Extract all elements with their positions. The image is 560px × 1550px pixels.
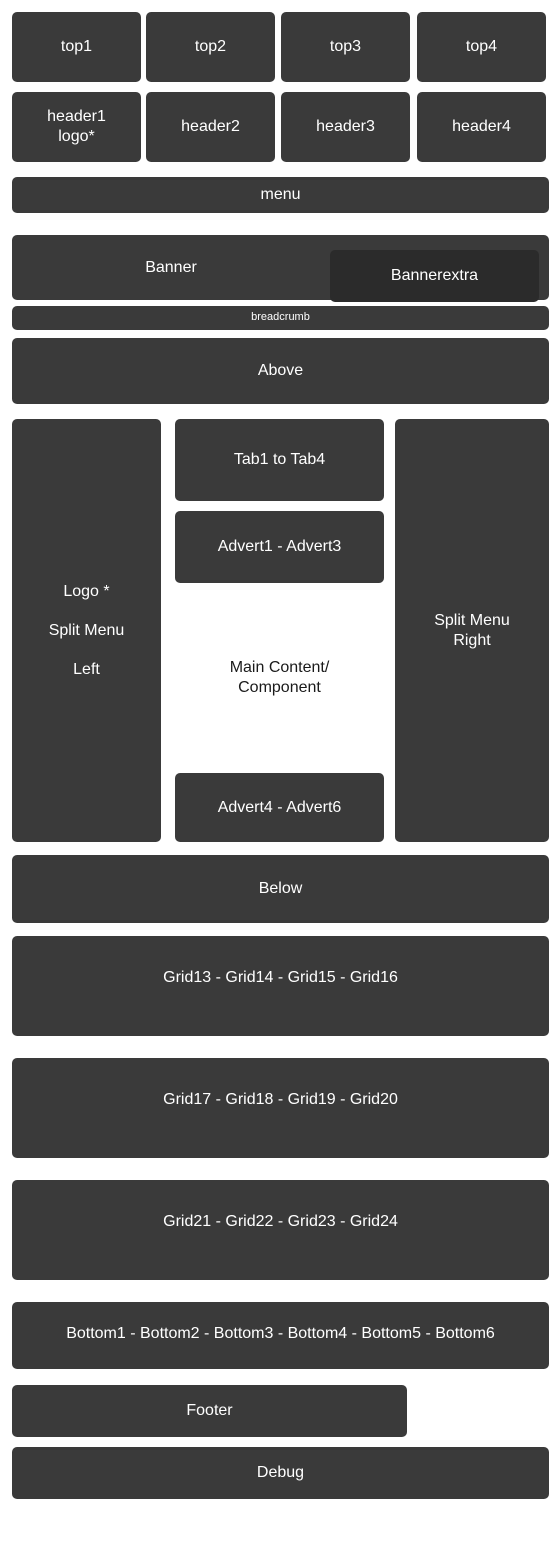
menu-region-label: menu [260,186,301,203]
advert-bottom-region[interactable]: Advert4 - Advert6 [175,773,384,842]
left-column-side-label: Left [73,660,100,678]
header-region-4-label: header4 [452,118,511,135]
left-column-logo-label: Logo * [63,582,110,600]
header-region-3[interactable]: header3 [281,92,410,162]
right-column-split-menu-label: Split Menu [434,611,510,629]
left-column-split-menu-label: Split Menu [48,621,125,639]
grid-row-1-label: Grid13 - Grid14 - Grid15 - Grid16 [163,969,398,986]
grid-row-3[interactable]: Grid21 - Grid22 - Grid23 - Grid24 [12,1180,549,1280]
top-region-2[interactable]: top2 [146,12,275,82]
below-region[interactable]: Below [12,855,549,923]
top-region-1[interactable]: top1 [12,12,141,82]
header-region-2-label: header2 [181,118,240,135]
header-region-4[interactable]: header4 [417,92,546,162]
grid-row-2-label: Grid17 - Grid18 - Grid19 - Grid20 [163,1091,398,1108]
breadcrumb-region[interactable]: breadcrumb [12,306,549,330]
tabs-region-label: Tab1 to Tab4 [233,451,326,468]
top-region-2-label: top2 [194,38,227,55]
grid-row-2[interactable]: Grid17 - Grid18 - Grid19 - Grid20 [12,1058,549,1158]
above-region[interactable]: Above [12,338,549,404]
advert-top-label: Advert1 - Advert3 [217,538,342,555]
above-label: Above [257,362,304,379]
split-menu-left-region[interactable]: Logo * Split Menu Left [12,419,161,842]
top-region-1-label: top1 [60,38,93,55]
top-region-3[interactable]: top3 [281,12,410,82]
banner-extra-region[interactable]: Bannerextra [330,250,539,302]
bottom-label: Bottom1 - Bottom2 - Bottom3 - Bottom4 - … [66,1325,495,1342]
footer-region[interactable]: Footer [12,1385,407,1437]
top-region-3-label: top3 [329,38,362,55]
header-region-1-label: header1 logo* [47,108,106,145]
split-menu-right-region[interactable]: Split Menu Right [395,419,549,842]
layout-wireframe-page: top1 top2 top3 top4 header1 logo* header… [0,0,560,1550]
center-column: Tab1 to Tab4 Advert1 - Advert3 Main Cont… [175,419,384,842]
debug-label: Debug [256,1464,305,1481]
main-content-region[interactable]: Main Content/ Component [175,583,384,773]
debug-region[interactable]: Debug [12,1447,549,1499]
right-column-side-label: Right [453,631,491,649]
banner-label-wrap: Banner [12,235,330,300]
header-region-1[interactable]: header1 logo* [12,92,141,162]
banner-region[interactable]: Banner Bannerextra [12,235,549,302]
below-label: Below [258,880,303,897]
banner-label: Banner [145,258,197,276]
bottom-region[interactable]: Bottom1 - Bottom2 - Bottom3 - Bottom4 - … [12,1302,549,1369]
tabs-region[interactable]: Tab1 to Tab4 [175,419,384,501]
menu-region[interactable]: menu [12,177,549,213]
main-content-label: Main Content/ Component [229,659,330,696]
banner-extra-label: Bannerextra [390,267,479,284]
header-region-3-label: header3 [316,118,375,135]
grid-row-1[interactable]: Grid13 - Grid14 - Grid15 - Grid16 [12,936,549,1036]
advert-top-region[interactable]: Advert1 - Advert3 [175,511,384,583]
header-region-2[interactable]: header2 [146,92,275,162]
grid-row-3-label: Grid21 - Grid22 - Grid23 - Grid24 [163,1213,398,1230]
breadcrumb-label: breadcrumb [251,311,310,324]
footer-label: Footer [186,1402,233,1419]
advert-bottom-label: Advert4 - Advert6 [217,798,342,816]
top-region-4[interactable]: top4 [417,12,546,82]
top-region-4-label: top4 [465,38,498,55]
